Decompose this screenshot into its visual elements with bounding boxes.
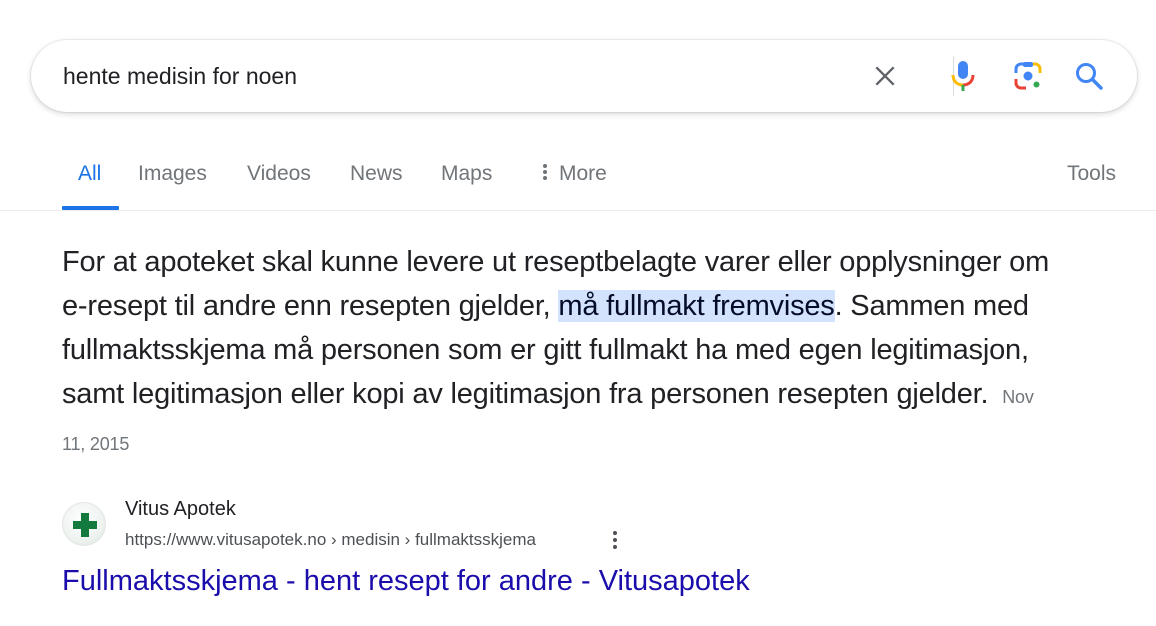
- more-vert-icon[interactable]: [608, 529, 622, 555]
- tab-more[interactable]: More: [543, 162, 607, 186]
- tab-videos[interactable]: Videos: [247, 162, 311, 186]
- close-icon: [875, 66, 895, 86]
- more-vert-icon: [543, 162, 547, 182]
- tab-maps[interactable]: Maps: [441, 162, 492, 186]
- featured-snippet: For at apoteket skal kunne levere ut res…: [62, 240, 1052, 466]
- result-title-link[interactable]: Fullmaktsskjema - hent resept for andre …: [62, 565, 750, 598]
- tab-news[interactable]: News: [350, 162, 403, 186]
- clear-search-button[interactable]: [865, 56, 905, 96]
- microphone-icon: [951, 61, 975, 91]
- snippet-highlight: må fullmakt fremvises: [558, 290, 835, 322]
- search-input[interactable]: [63, 60, 823, 92]
- search-by-image-button[interactable]: [1008, 56, 1048, 96]
- google-lens-icon: [1014, 62, 1042, 90]
- active-tab-indicator: [62, 206, 119, 210]
- site-name[interactable]: Vitus Apotek: [125, 498, 236, 521]
- site-url-breadcrumb[interactable]: https://www.vitusapotek.no › medisin › f…: [125, 530, 536, 550]
- tab-all[interactable]: All: [78, 162, 101, 186]
- search-submit-button[interactable]: [1069, 56, 1109, 96]
- green-cross-icon: [62, 502, 106, 546]
- search-box: [31, 40, 1137, 112]
- search-tabs: All Images Videos News Maps More Tools: [0, 150, 1156, 211]
- tab-images[interactable]: Images: [138, 162, 207, 186]
- tab-more-label: More: [559, 162, 607, 185]
- result-source[interactable]: Vitus Apotek https://www.vitusapotek.no …: [62, 498, 662, 558]
- search-icon: [1076, 63, 1103, 90]
- voice-search-button[interactable]: [943, 56, 983, 96]
- tools-button[interactable]: Tools: [1067, 162, 1116, 186]
